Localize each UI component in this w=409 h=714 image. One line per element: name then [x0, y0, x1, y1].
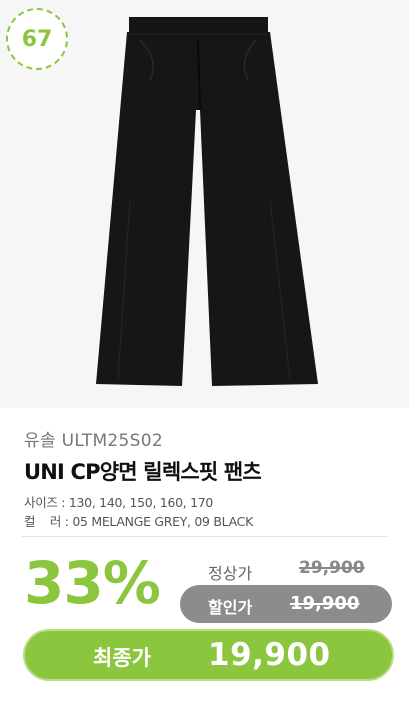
color-label: 컬 러 :: [24, 514, 69, 529]
sale-price: 19,900: [290, 593, 360, 614]
sale-price-label: 할인가: [208, 598, 253, 617]
divider: [22, 536, 387, 537]
final-price-button[interactable]: 최종가 19,900: [23, 629, 394, 681]
color-value: 05 MELANGE GREY, 09 BLACK: [72, 514, 253, 529]
badge-number: 67: [21, 26, 53, 52]
color-spec: 컬 러 : 05 MELANGE GREY, 09 BLACK: [24, 511, 253, 530]
brand-code: 유솔 ULTM25S02: [24, 431, 163, 451]
regular-price: 29,900: [299, 558, 365, 578]
final-price-label: 최종가: [93, 646, 151, 670]
size-value: 130, 140, 150, 160, 170: [68, 495, 214, 510]
discount-rate: 33%: [24, 549, 161, 617]
size-label: 사이즈 :: [24, 495, 66, 510]
product-image[interactable]: 67: [0, 0, 409, 408]
pants-illustration: [96, 17, 318, 386]
final-price: 19,900: [208, 637, 331, 673]
regular-price-label: 정상가: [208, 564, 253, 583]
item-number-badge: 67: [6, 8, 68, 70]
size-spec: 사이즈 : 130, 140, 150, 160, 170: [24, 492, 213, 511]
product-title[interactable]: UNI CP양면 릴렉스핏 팬츠: [24, 456, 262, 486]
sale-price-pill: 할인가 19,900: [180, 585, 392, 623]
